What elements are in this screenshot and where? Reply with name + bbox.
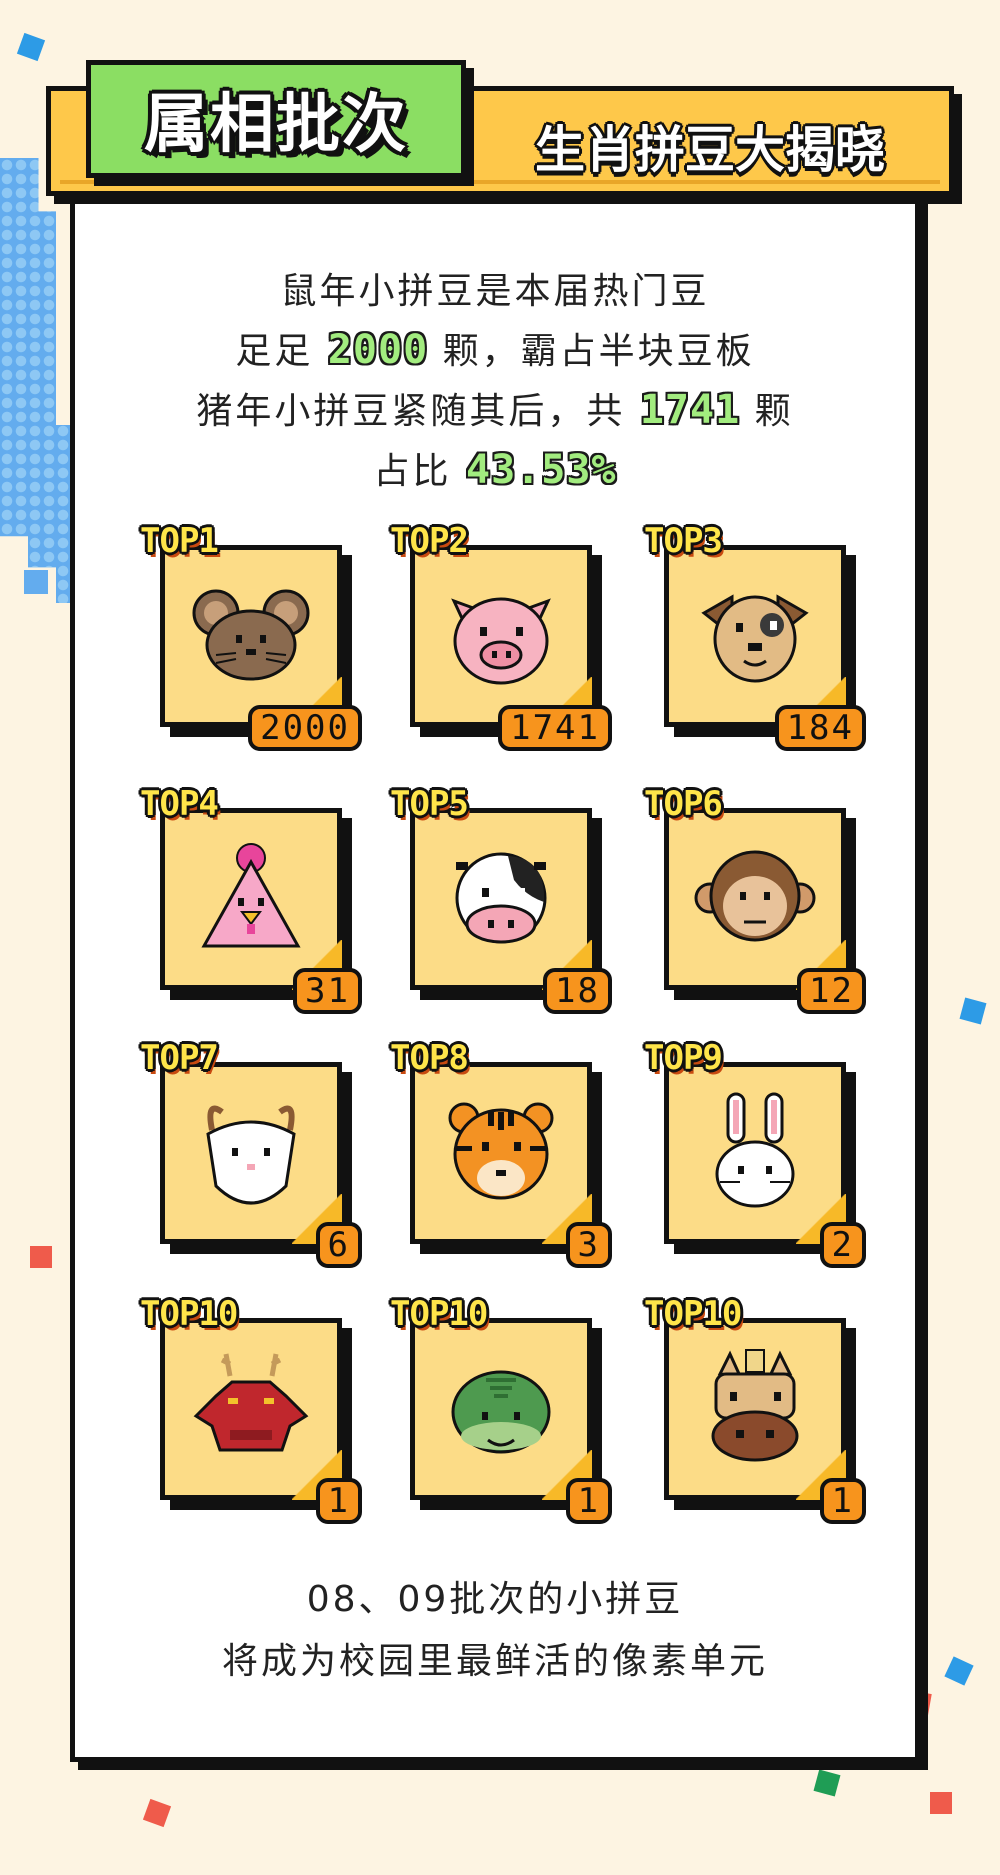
confetti-blue	[959, 997, 987, 1025]
intro-text: 占比	[373, 451, 452, 492]
outro-line-1: 08、09批次的小拼豆	[306, 1579, 684, 1620]
category-tag-label: 属相批次	[144, 88, 408, 162]
goat-icon	[206, 1105, 296, 1205]
intro-text: 颗，霸占半块豆板	[442, 331, 755, 372]
tiger-icon	[448, 1102, 554, 1200]
intro-line-1: 鼠年小拼豆是本届热门豆	[70, 262, 920, 314]
page-title: 生肖拼豆大揭晓	[535, 121, 885, 179]
bead-count-badge: 2	[819, 1222, 866, 1268]
bead-count-badge: 31	[293, 968, 362, 1014]
intro-text: 鼠年小拼豆是本届热门豆	[280, 271, 710, 312]
intro-line-4: 占比 43.53%	[70, 442, 920, 494]
rabbit-icon	[715, 1092, 795, 1208]
zodiac-tile-rooster: TOP4 31	[140, 784, 362, 1018]
pig-icon	[451, 597, 551, 685]
bead-count-badge: 1741	[498, 705, 612, 751]
intro-text: 颗	[754, 391, 794, 432]
bead-count-badge: 3	[565, 1222, 612, 1268]
rank-label: TOP6	[644, 784, 723, 824]
zodiac-tile-horse: TOP10 1	[644, 1294, 866, 1528]
rank-label: TOP2	[390, 521, 469, 561]
zodiac-tile-snake: TOP10 1	[390, 1294, 612, 1528]
zodiac-tile-tiger: TOP8 3	[390, 1038, 612, 1272]
rank-label: TOP3	[644, 521, 723, 561]
dog-icon	[701, 594, 809, 683]
confetti-blue	[944, 1656, 974, 1686]
monkey-icon	[694, 850, 816, 942]
intro-text: 猪年小拼豆紧随其后，共	[196, 391, 626, 432]
rank-label: TOP10	[644, 1294, 742, 1334]
ox-icon	[455, 852, 547, 944]
pixel-wall-decoration	[0, 158, 70, 603]
rooster-icon	[201, 843, 301, 948]
bead-count-badge: 12	[797, 968, 866, 1014]
outro-line-2: 将成为校园里最鲜活的像素单元	[221, 1641, 768, 1682]
confetti-blue	[16, 32, 46, 62]
zodiac-tile-rat: TOP1 2000	[140, 521, 362, 755]
bead-count-badge: 18	[543, 968, 612, 1014]
confetti-red	[142, 1798, 172, 1828]
bead-count-badge: 2000	[248, 705, 362, 751]
horse-icon	[711, 1349, 799, 1462]
highlight-number: 1741	[639, 387, 741, 433]
zodiac-tile-rabbit: TOP9 2	[644, 1038, 866, 1272]
highlight-number: 2000	[327, 327, 429, 373]
highlight-percent: 43.53%	[465, 447, 617, 493]
intro-line-2: 足足 2000 颗，霸占半块豆板	[70, 322, 920, 374]
dragon-icon	[193, 1353, 309, 1452]
zodiac-tile-pig: TOP2 1741	[390, 521, 612, 755]
rank-label: TOP4	[140, 784, 219, 824]
bead-count-badge: 1	[315, 1478, 362, 1524]
rat-icon	[192, 589, 310, 681]
confetti-blue	[24, 570, 48, 594]
intro-line-3: 猪年小拼豆紧随其后，共 1741 颗	[70, 382, 920, 434]
bead-count-badge: 1	[565, 1478, 612, 1524]
confetti-red	[30, 1246, 52, 1268]
rank-label: TOP9	[644, 1038, 723, 1078]
snake-icon	[451, 1370, 551, 1454]
zodiac-tile-goat: TOP7 6	[140, 1038, 362, 1272]
rank-label: TOP8	[390, 1038, 469, 1078]
confetti-green	[813, 1769, 841, 1797]
rank-label: TOP5	[390, 784, 469, 824]
rank-label: TOP1	[140, 521, 219, 561]
rank-label: TOP10	[140, 1294, 238, 1334]
bead-count-badge: 6	[315, 1222, 362, 1268]
confetti-red	[930, 1792, 952, 1814]
zodiac-tile-ox: TOP5 18	[390, 784, 612, 1018]
rank-label: TOP10	[390, 1294, 488, 1334]
intro-text: 足足	[235, 331, 314, 372]
rank-label: TOP7	[140, 1038, 219, 1078]
bead-count-badge: 1	[819, 1478, 866, 1524]
bead-count-badge: 184	[774, 705, 866, 751]
zodiac-tile-monkey: TOP6 12	[644, 784, 866, 1018]
zodiac-tile-dog: TOP3 184	[644, 521, 866, 755]
zodiac-tile-dragon: TOP10 1	[140, 1294, 362, 1528]
